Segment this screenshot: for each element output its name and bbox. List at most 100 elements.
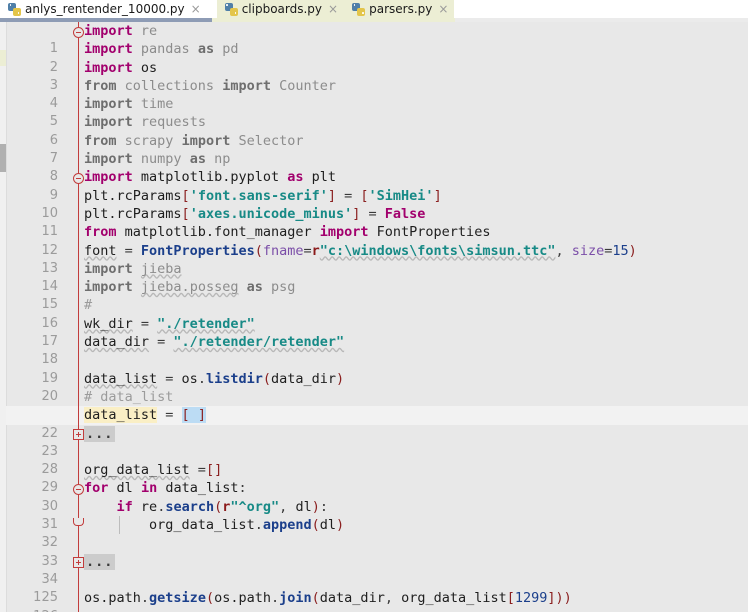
code-line[interactable]: 14 import jieba [6,259,748,294]
code-line[interactable]: 31 if re.search(r"^org", dl): [6,497,748,532]
code-text: from collections import Counter [84,77,336,95]
code-text: plt.rcParams['axes.unicode_minus'] = Fal… [84,205,426,222]
code-line-collapsed[interactable]: 23 ... [6,424,748,459]
close-icon[interactable]: × [326,3,338,15]
fold-marker-collapse-icon[interactable] [73,26,84,38]
fold-marker-expand-icon[interactable] [73,429,84,441]
token-arg: dl [319,517,337,534]
token-variable: wk_dir [84,315,133,332]
code-text: data_dir = "./retender/retender" [84,334,345,351]
code-line[interactable]: 2 import pandas as pd [6,40,748,75]
code-line[interactable]: 127 [6,607,748,612]
code-text[interactable]: ... [84,425,116,443]
code-line[interactable]: 9 import matplotlib.pyplot as plt [6,168,748,203]
token-keyword-from: from [84,77,117,94]
code-line[interactable]: 28 [6,442,748,477]
token-string: "c:\windows\fonts\simsun.ttc" [319,242,556,259]
token-variable: org_data_list [149,517,255,534]
fold-marker-end-icon[interactable] [73,518,84,527]
code-line[interactable]: 29 org_data_list =[] [6,461,748,495]
tab-anlys-rentender[interactable]: anlys_rentender_10000.py × [0,0,207,18]
token-keyword-for: for [84,480,109,497]
code-line[interactable]: 17 wk_dir = "./retender" [6,314,748,349]
code-line[interactable]: 16 # [6,296,748,331]
token-string: "^org" [230,498,280,515]
code-text: os.path.getsize(os.path.join(data_dir, o… [84,590,572,607]
token-module: os [140,59,158,76]
code-lines[interactable]: 1 import re 2 import pandas as pd 3 impo… [6,22,748,612]
code-line[interactable]: 20 data_list = os.listdir(data_dir) [6,369,748,404]
close-icon[interactable]: × [189,3,201,15]
code-line[interactable]: 15 import jieba.posseg as psg [6,278,748,312]
code-line[interactable]: 19 [6,351,748,386]
code-text[interactable]: ... [84,553,116,571]
code-editor[interactable]: 1 import re 2 import pandas as pd 3 impo… [0,22,748,612]
code-line[interactable]: 18 data_dir = "./retender/retender" [6,333,748,367]
code-text: from matplotlib.font_manager import Font… [84,223,490,241]
code-line[interactable]: 5 import time [6,95,748,129]
token-variable: dl [116,480,133,497]
code-line[interactable]: 11 plt.rcParams['axes.unicode_minus'] = … [6,204,748,239]
token-string: 'SimHei' [368,187,434,204]
token-keyword-import: import [181,132,231,149]
token-keyword-import: import [222,77,271,94]
fold-marker-collapse-icon[interactable] [73,483,84,495]
code-text: from scrapy import Selector [84,132,304,150]
code-line-collapsed[interactable]: 34 ... [6,552,748,587]
code-line[interactable]: 21 # data_list [6,387,748,422]
code-line[interactable]: 125 [6,570,748,605]
token-keyword: import [84,23,133,39]
code-text: org_data_list.append(dl) [149,517,345,534]
collapsed-region[interactable]: ... [84,553,116,570]
token-kwarg: size [571,242,605,259]
code-line[interactable]: 6 import requests [6,113,748,148]
code-text: data_list = [ ] [84,407,206,424]
code-line[interactable]: 4 from collections import Counter [6,76,748,111]
token-variable-highlighted: data_list [84,407,158,424]
token-keyword-from: from [84,132,117,149]
code-text: import requests [84,113,206,131]
code-line[interactable]: 30 for dl in data_list: [6,479,748,514]
code-text: import jieba [84,260,182,278]
token-call: append [262,517,312,534]
token-keyword-as: as [287,169,304,186]
token-object: os.path [214,590,271,607]
code-text: font = FontProperties(fname=r"c:\windows… [84,242,637,259]
code-line[interactable]: 3 import os [6,58,748,93]
code-line[interactable]: 126 os.path.getsize(os.path.join(data_di… [6,589,748,612]
token-expr: plt.rcParams [84,205,182,222]
code-line[interactable]: 32 org_data_list.append(dl) [6,516,748,550]
token-keyword-if: if [116,498,133,515]
token-arg: dl [295,498,312,515]
token-module: numpy [140,151,182,168]
code-text: data_list = os.listdir(data_dir) [84,370,345,387]
code-line[interactable]: 13 font = FontProperties(fname=r"c:\wind… [6,241,748,276]
tab-clipboards[interactable]: clipboards.py × [216,0,345,18]
token-module: jieba [140,260,182,277]
token-keyword: import [84,151,133,168]
token-call: getsize [149,590,206,607]
code-line[interactable]: 10 plt.rcParams['font.sans-serif'] = ['S… [6,186,748,221]
token-alias: psg [271,279,296,296]
token-expr: plt.rcParams [84,187,182,204]
python-file-icon [224,2,238,16]
token-call: listdir [205,370,263,387]
code-line[interactable]: 12 from matplotlib.font_manager import F… [6,223,748,258]
token-arg: org_data_list [401,590,507,607]
token-keyword: import [84,114,133,131]
collapsed-region[interactable]: ... [84,425,116,442]
fold-marker-expand-icon[interactable] [73,557,84,569]
fold-marker-collapse-icon[interactable] [73,172,84,184]
code-line[interactable]: 1 import re [6,22,748,56]
close-icon[interactable]: × [436,3,448,15]
token-name: Counter [279,77,337,94]
token-module: requests [140,114,206,131]
code-text: import matplotlib.pyplot as plt [84,168,336,186]
code-line-current[interactable]: 22 data_list = [ ] [6,406,748,441]
token-module: matplotlib.font_manager [124,224,312,241]
code-line[interactable]: 7 from scrapy import Selector [6,131,748,166]
code-line[interactable]: 8 import numpy as np [6,150,748,184]
tab-parsers[interactable]: parsers.py × [344,0,455,18]
tab-label: anlys_rentender_10000.py [25,2,185,16]
code-line[interactable]: 33 [6,534,748,569]
